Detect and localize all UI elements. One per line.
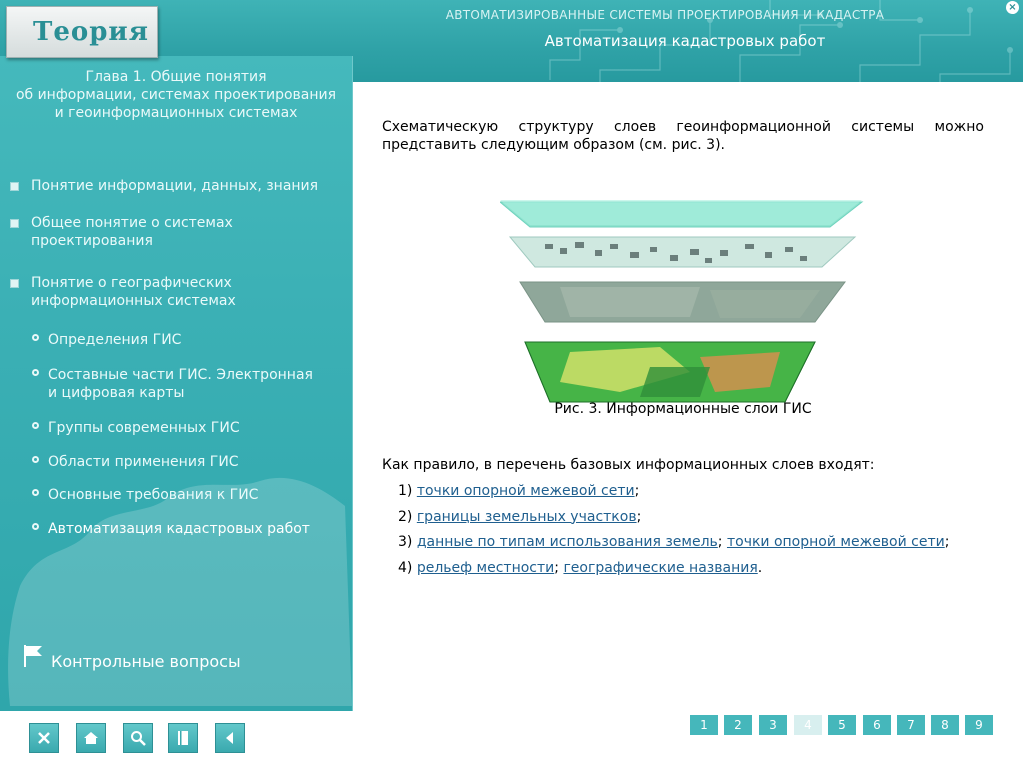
list-item: 1) точки опорной межевой сети; <box>398 482 988 508</box>
sidebar-subitem-label: Определения ГИС <box>48 332 182 348</box>
sidebar-item-design-systems[interactable]: Общее понятие о системах проектирования <box>10 214 331 250</box>
control-points-link[interactable]: точки опорной межевой сети <box>727 534 945 550</box>
book-button[interactable] <box>168 723 198 753</box>
list-punct: . <box>757 559 763 576</box>
sidebar-subitem-label: и цифровая карты <box>48 385 185 401</box>
page-link[interactable]: 7 <box>897 715 925 735</box>
square-bullet-icon <box>10 279 19 288</box>
window-close-icon[interactable]: × <box>1006 1 1019 14</box>
page-link[interactable]: 3 <box>759 715 787 735</box>
home-icon <box>84 732 98 744</box>
list-punct: ; <box>634 483 640 499</box>
list-item: 4) рельеф местности; географические назв… <box>398 559 988 585</box>
close-icon <box>38 732 50 744</box>
sidebar-subitem-label: Области применения ГИС <box>48 454 239 470</box>
sidebar: Глава 1. Общие понятия об информации, си… <box>0 56 353 711</box>
pin-icon <box>32 489 39 496</box>
page-link-current[interactable]: 4 <box>794 715 822 735</box>
square-bullet-icon <box>10 182 19 191</box>
intro-paragraph: Схематическую структуру слоев геоинформа… <box>382 119 984 153</box>
sidebar-subitem-gis-definitions[interactable]: Определения ГИС <box>32 331 338 349</box>
page-title: Автоматизация кадастровых работ <box>544 32 826 50</box>
pin-icon <box>32 334 39 341</box>
page-link[interactable]: 8 <box>931 715 959 735</box>
gis-layers-illustration <box>500 200 864 403</box>
home-button[interactable] <box>76 723 106 753</box>
page-link[interactable]: 5 <box>828 715 856 735</box>
list-number: 3) <box>398 534 413 550</box>
figure-caption: Рис. 3. Информационные слои ГИС <box>554 401 812 417</box>
sidebar-subitem-gis-components[interactable]: Составные части ГИС. Электронная и цифро… <box>32 366 338 402</box>
book-icon <box>178 731 188 745</box>
sidebar-subitem-gis-groups[interactable]: Группы современных ГИС <box>32 419 338 437</box>
main-content: Схематическую структуру слоев геоинформа… <box>382 118 984 576</box>
sidebar-item-label: Понятие информации, данных, знания <box>31 178 319 194</box>
sidebar-item-information[interactable]: Понятие информации, данных, знания <box>10 177 331 195</box>
sidebar-subitem-gis-applications[interactable]: Области применения ГИС <box>32 453 338 471</box>
sidebar-subitem-label: Группы современных ГИС <box>48 420 240 436</box>
search-icon <box>131 731 146 746</box>
sidebar-item-label: Общее понятие о системах <box>31 215 233 231</box>
chapter-title: Глава 1. Общие понятия об информации, си… <box>0 68 352 122</box>
sidebar-item-gis[interactable]: Понятие о географических информационных … <box>10 274 331 310</box>
base-layers-list: 1) точки опорной межевой сети; 2) границ… <box>398 482 988 584</box>
square-bullet-icon <box>10 219 19 228</box>
list-punct: ; <box>944 534 950 550</box>
theory-tab: Теория <box>6 6 158 58</box>
sidebar-subitem-label: Составные части ГИС. Электронная <box>48 367 313 383</box>
close-button[interactable] <box>29 723 59 753</box>
land-boundaries-link[interactable]: границы земельных участков <box>417 509 637 525</box>
sidebar-item-label: информационных системах <box>31 293 236 309</box>
list-number: 2) <box>398 508 413 525</box>
list-item: 3) данные по типам использования земель;… <box>398 533 988 559</box>
land-use-data-link[interactable]: данные по типам использования земель <box>417 534 718 550</box>
flag-icon <box>24 645 42 667</box>
geographic-names-link[interactable]: географические названия <box>563 560 757 576</box>
course-title: АВТОМАТИЗИРОВАННЫЕ СИСТЕМЫ ПРОЕКТИРОВАНИ… <box>445 8 885 22</box>
page-link[interactable]: 9 <box>965 715 993 735</box>
chapter-line: об информации, системах проектирования <box>15 87 337 103</box>
list-punct: ; <box>636 508 642 525</box>
relief-link[interactable]: рельеф местности <box>417 560 554 576</box>
list-number: 1) <box>398 483 413 499</box>
control-points-link[interactable]: точки опорной межевой сети <box>417 483 635 499</box>
control-questions-label: Контрольные вопросы <box>51 652 241 671</box>
pin-icon <box>32 369 39 376</box>
pin-icon <box>32 523 39 530</box>
sidebar-item-label: проектирования <box>31 233 153 249</box>
chapter-line: Глава 1. Общие понятия <box>85 69 267 85</box>
page-link[interactable]: 1 <box>690 715 718 735</box>
sidebar-subitem-label: Основные требования к ГИС <box>48 487 259 503</box>
pin-icon <box>32 422 39 429</box>
page-link[interactable]: 6 <box>863 715 891 735</box>
page-link[interactable]: 2 <box>724 715 752 735</box>
sidebar-subitem-label: Автоматизация кадастровых работ <box>48 521 310 537</box>
pin-icon <box>32 456 39 463</box>
theory-tab-label: Теория <box>33 17 149 47</box>
back-button[interactable] <box>215 723 245 753</box>
sidebar-subitem-gis-requirements[interactable]: Основные требования к ГИС <box>32 486 338 504</box>
bottom-toolbar: 1 2 3 4 5 6 7 8 9 <box>0 711 1023 763</box>
search-button[interactable] <box>123 723 153 753</box>
chapter-line: и геоинформационных системах <box>54 105 298 121</box>
list-lead-text: Как правило, в перечень базовых информац… <box>382 457 875 473</box>
list-item: 2) границы земельных участков; <box>398 508 988 534</box>
back-arrow-icon <box>226 732 233 744</box>
list-number: 4) <box>398 559 413 576</box>
sidebar-subitem-cadastral-automation[interactable]: Автоматизация кадастровых работ <box>32 520 338 538</box>
sidebar-item-label: Понятие о географических <box>31 275 232 291</box>
list-separator: ; <box>717 534 727 550</box>
